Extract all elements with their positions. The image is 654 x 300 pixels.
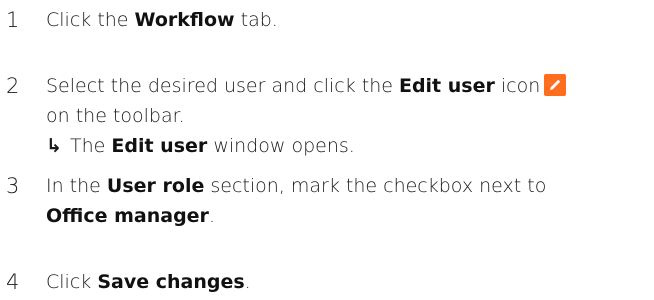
step-result: ↳ The Edit user window opens. <box>46 131 654 161</box>
step-line: Click Save changes. <box>46 271 251 293</box>
workflow-tab-label: Workflow <box>134 9 235 31</box>
step-text: Click Save changes. <box>46 267 654 297</box>
step-number: 3 <box>6 174 20 198</box>
pencil-icon <box>544 74 567 96</box>
step-line: on the toolbar. <box>46 105 185 127</box>
step-text: In the User role section, mark the check… <box>46 171 654 231</box>
instruction-steps: 1 Click the Workflow tab. 2 Select the d… <box>0 0 654 300</box>
step-line: Office manager. <box>46 205 215 227</box>
step-text: Select the desired user and click the Ed… <box>46 71 654 161</box>
save-changes-label: Save changes <box>97 271 245 293</box>
step-text: Click the Workflow tab. <box>46 5 654 35</box>
step-line: Click the Workflow tab. <box>46 9 278 31</box>
step-line: Select the desired user and click the Ed… <box>46 71 654 101</box>
step-line: In the User role section, mark the check… <box>46 175 547 197</box>
return-arrow-icon: ↳ <box>46 135 62 157</box>
step-number: 1 <box>6 8 20 32</box>
user-role-label: User role <box>106 175 205 197</box>
step-number: 2 <box>6 74 20 98</box>
edit-user-label: Edit user <box>398 75 495 97</box>
step-number: 4 <box>6 270 20 294</box>
edit-user-window-label: Edit user <box>111 135 208 157</box>
office-manager-label: Office manager <box>46 205 209 227</box>
